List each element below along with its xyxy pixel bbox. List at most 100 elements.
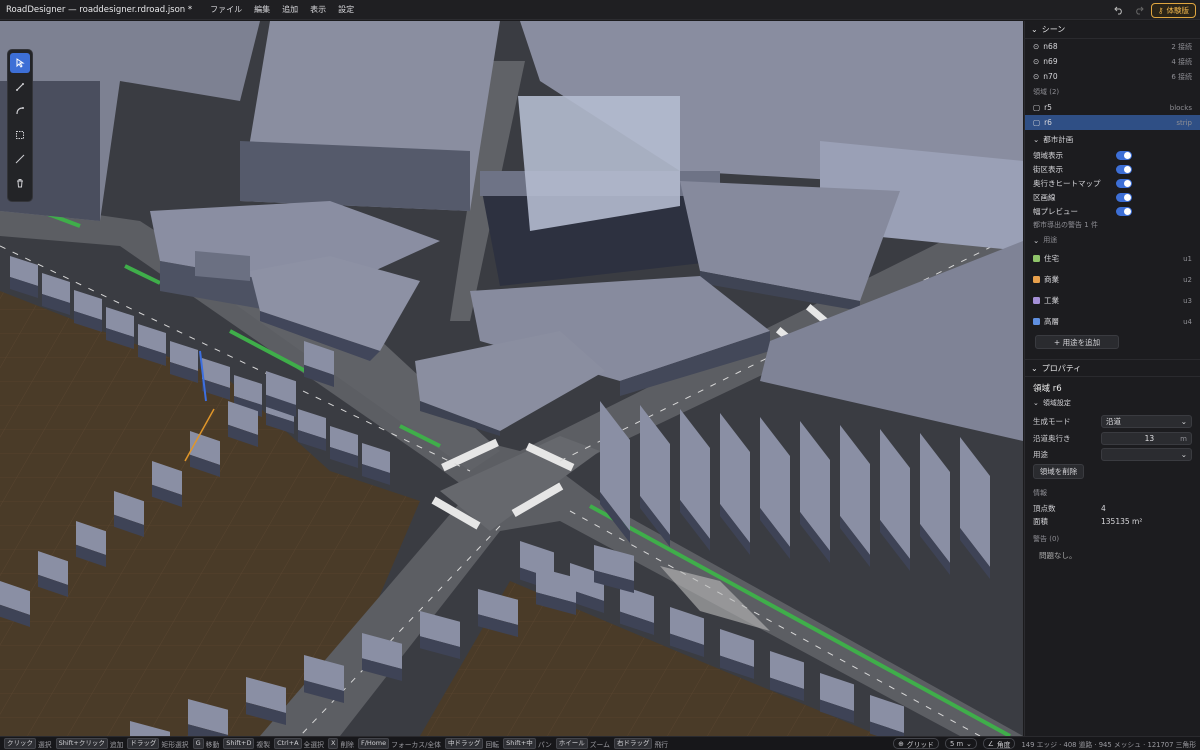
node-row[interactable]: ⊙ n68 2 接続 xyxy=(1025,39,1200,54)
toggle-region-display[interactable] xyxy=(1116,150,1132,160)
use-row[interactable]: 高層 u4 xyxy=(1025,311,1200,332)
use-color-swatch xyxy=(1033,276,1040,283)
delete-region-button[interactable]: 領域を削除 xyxy=(1033,464,1084,479)
undo-icon[interactable] xyxy=(1111,2,1127,18)
region-name: r6 xyxy=(1044,118,1052,127)
shortcut-desc: 追加 xyxy=(109,740,124,749)
node-info: 2 接続 xyxy=(1171,42,1192,51)
shortcut-desc: 選択 xyxy=(38,740,52,749)
use-name: 住宅 xyxy=(1044,254,1059,263)
measure-icon[interactable] xyxy=(10,149,30,169)
title-actions: ⚷ 体験版 xyxy=(1111,2,1196,18)
trash-icon[interactable] xyxy=(10,173,30,193)
node-name: n69 xyxy=(1043,57,1058,66)
chevron-down-icon: ⌄ xyxy=(1031,363,1038,373)
region-icon: ▢ xyxy=(1033,118,1041,127)
shortcut-key: 中ドラッグ xyxy=(444,738,484,749)
use-row[interactable]: 工業 u3 xyxy=(1025,290,1200,311)
node-info: 6 接続 xyxy=(1171,72,1192,81)
redo-icon[interactable] xyxy=(1131,2,1147,18)
depth-label: 沿道奥行き xyxy=(1033,434,1071,443)
use-row[interactable]: 商業 u2 xyxy=(1025,269,1200,290)
use-code: u3 xyxy=(1183,296,1192,305)
region-settings-header[interactable]: ⌄ 領域設定 xyxy=(1025,396,1200,410)
tool-palette xyxy=(7,49,33,202)
node-info: 4 接続 xyxy=(1171,57,1192,66)
node-row[interactable]: ⊙ n69 4 接続 xyxy=(1025,54,1200,69)
toggle-label: 領域表示 xyxy=(1033,150,1063,160)
curve-icon[interactable] xyxy=(10,101,30,121)
shortcut-desc: 複製 xyxy=(256,740,271,749)
menu-view[interactable]: 表示 xyxy=(304,4,332,15)
region-info: strip xyxy=(1176,118,1192,127)
toggle-label: 奥行きヒートマップ xyxy=(1033,178,1101,188)
properties-title: プロパティ xyxy=(1041,363,1082,373)
depth-input[interactable]: 13 m xyxy=(1101,432,1192,445)
use-row[interactable]: 住宅 u1 xyxy=(1025,248,1200,269)
menu-edit[interactable]: 編集 xyxy=(248,4,276,15)
info-title: 情報 xyxy=(1033,489,1047,497)
rect-select-icon[interactable] xyxy=(10,125,30,145)
depth-value: 13 xyxy=(1144,434,1155,443)
node-name: n70 xyxy=(1043,72,1058,81)
node-row[interactable]: ⊙ n70 6 接続 xyxy=(1025,69,1200,84)
derive-warning: 都市導出の警告 1 件 xyxy=(1033,221,1098,229)
shortcut-hints: クリック 選択 Shift+クリック 追加 ドラッグ 矩形選択 G 移動 Shift+D 複製 Ct… xyxy=(0,738,668,749)
toggle-lot-lines[interactable] xyxy=(1116,192,1132,202)
toggle-width-preview[interactable] xyxy=(1116,206,1132,216)
chevron-down-icon: ⌄ xyxy=(1031,25,1038,34)
grid-size-select[interactable]: 5 m ⌄ xyxy=(944,738,977,749)
shortcut-key: Shift+D xyxy=(223,738,255,749)
use-name: 商業 xyxy=(1044,275,1059,284)
region-settings-title: 領域設定 xyxy=(1042,399,1071,407)
select-icon[interactable] xyxy=(10,53,30,73)
shortcut-desc: 矩形選択 xyxy=(161,740,189,749)
trial-badge[interactable]: ⚷ 体験版 xyxy=(1151,2,1196,18)
urban-plan-title: 都市計画 xyxy=(1043,134,1074,144)
add-use-button[interactable]: + 用途を追加 xyxy=(1035,335,1119,349)
node-icon: ⊙ xyxy=(1033,57,1040,66)
grid-toggle[interactable]: ⊕ グリッド xyxy=(893,738,939,749)
node-name: n68 xyxy=(1043,42,1058,51)
regions-header: 領域 (2) xyxy=(1033,88,1060,96)
warnings-label: 警告 (0) xyxy=(1033,535,1060,543)
shortcut-desc: 飛行 xyxy=(654,740,669,749)
mode-value: 沿道 xyxy=(1106,417,1121,426)
scene-section-header[interactable]: ⌄ シーン xyxy=(1025,21,1200,39)
chevron-down-icon: ⌄ xyxy=(1033,399,1039,407)
use-label: 用途 xyxy=(1033,449,1048,459)
region-info: blocks xyxy=(1169,103,1192,112)
toggle-depth-heatmap[interactable] xyxy=(1116,178,1132,188)
chevron-down-icon: ⌄ xyxy=(1033,134,1040,144)
status-bar: クリック 選択 Shift+クリック 追加 ドラッグ 矩形選択 G 移動 Shift+D 複製 Ct… xyxy=(0,736,1200,750)
use-name: 工業 xyxy=(1044,296,1059,305)
vertex-label: 頂点数 xyxy=(1033,504,1056,513)
urban-plan-header[interactable]: ⌄ 都市計画 xyxy=(1025,130,1200,148)
angle-snap-toggle[interactable]: ∠ 角度 xyxy=(982,738,1016,749)
key-icon: ⚷ xyxy=(1158,5,1164,15)
city-scene[interactable] xyxy=(0,21,1023,736)
3d-viewport[interactable] xyxy=(0,21,1023,736)
menu-file[interactable]: ファイル xyxy=(204,4,248,15)
toggle-block-display[interactable] xyxy=(1116,164,1132,174)
mode-label: 生成モード xyxy=(1033,417,1071,426)
app-title: RoadDesigner — roaddesigner.rdroad.json … xyxy=(6,4,193,15)
use-dropdown[interactable]: ⌄ xyxy=(1101,447,1192,461)
use-code: u2 xyxy=(1183,275,1192,284)
use-code: u4 xyxy=(1183,317,1192,326)
uses-header[interactable]: ⌄ 用途 xyxy=(1025,232,1200,248)
mode-dropdown[interactable]: 沿道 ⌄ xyxy=(1101,415,1192,428)
region-row[interactable]: ▢ r5 blocks xyxy=(1025,100,1200,115)
menu-settings[interactable]: 設定 xyxy=(332,4,360,15)
shortcut-desc: 回転 xyxy=(485,740,500,749)
shortcut-key: Shift+クリック xyxy=(55,738,108,749)
shortcut-key: X xyxy=(327,738,339,749)
properties-section-header[interactable]: ⌄ プロパティ xyxy=(1025,359,1200,377)
shortcut-key: ホイール xyxy=(555,738,588,749)
shortcut-key: F/Home xyxy=(357,738,390,749)
region-row-selected[interactable]: ▢ r6 strip xyxy=(1025,115,1200,130)
menu-add[interactable]: 追加 xyxy=(276,4,304,15)
chevron-down-icon: ⌄ xyxy=(1033,235,1040,245)
line-icon[interactable] xyxy=(10,77,30,97)
shortcut-desc: ズーム xyxy=(589,740,610,749)
